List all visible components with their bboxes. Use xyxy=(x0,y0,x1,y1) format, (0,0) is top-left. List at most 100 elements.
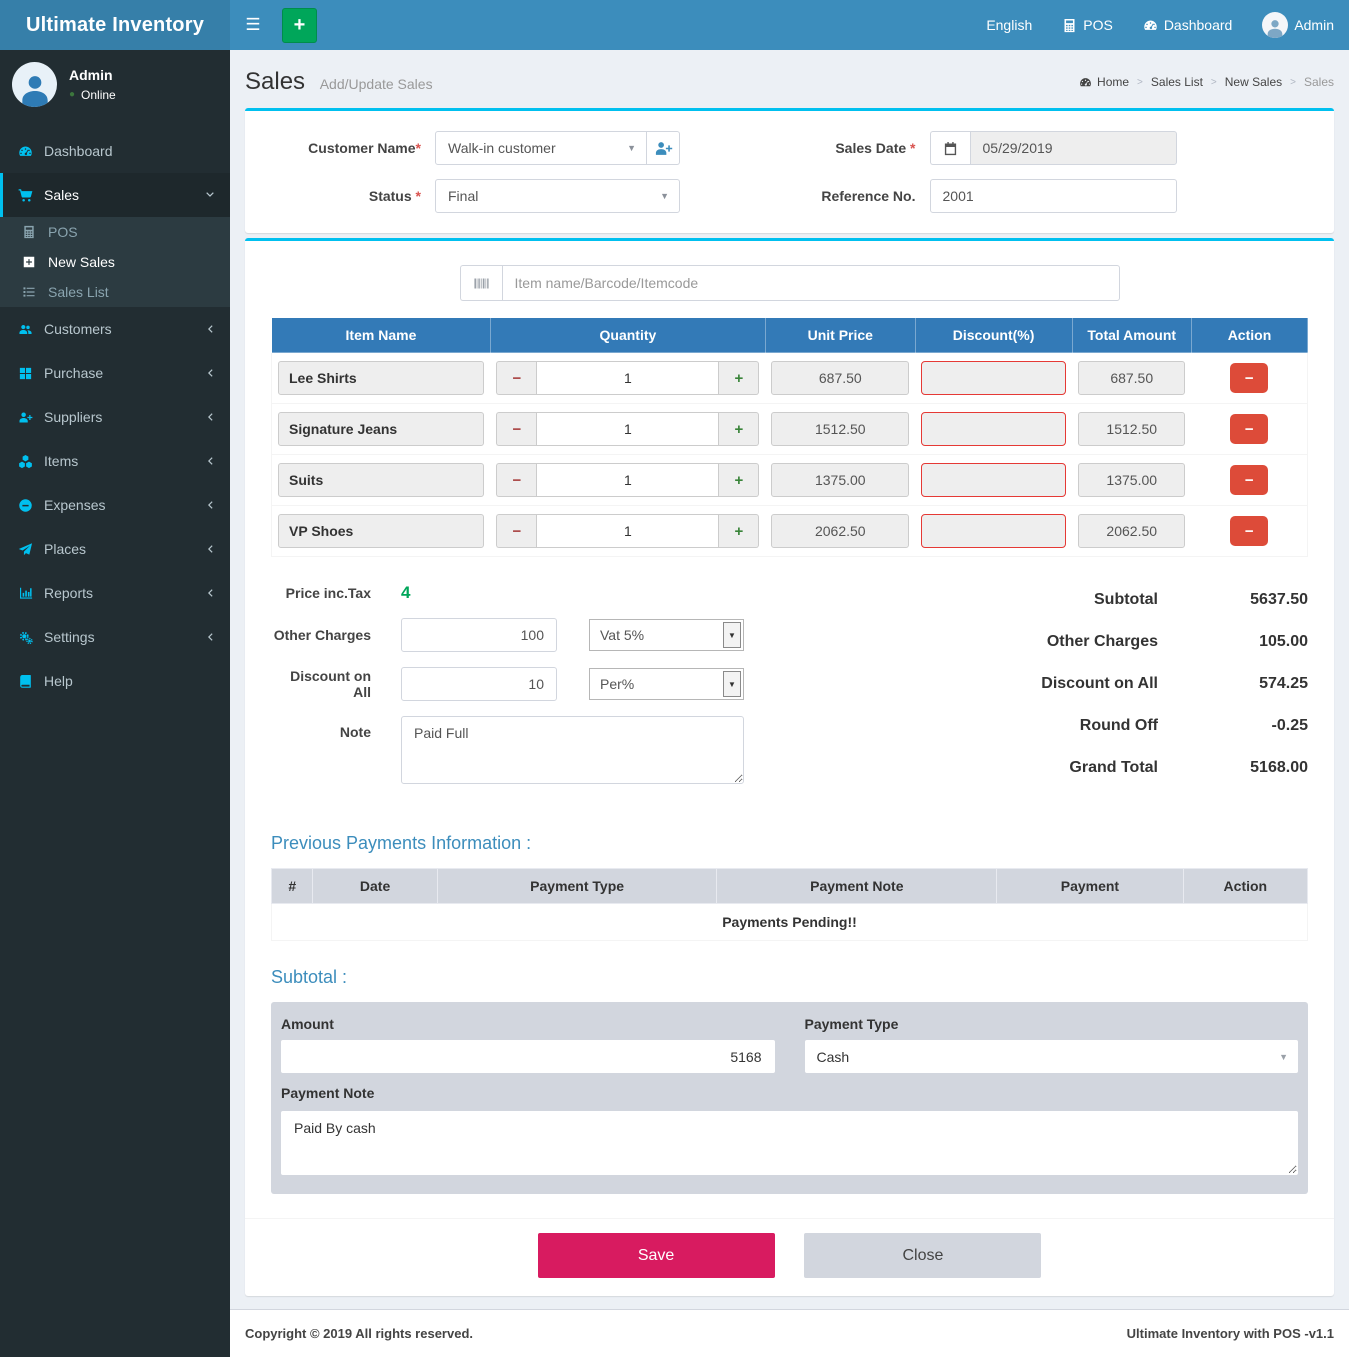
subtotal-value: 5637.50 xyxy=(1158,591,1308,609)
nav-pos[interactable]: POS xyxy=(1047,0,1128,50)
note-textarea[interactable]: Paid Full xyxy=(401,716,744,784)
book-icon xyxy=(18,674,44,689)
caret-down-icon: ▼ xyxy=(660,191,669,201)
plus-square-icon xyxy=(22,255,48,269)
customer-select[interactable]: Walk-in customer ▼ xyxy=(435,131,647,165)
caret-down-icon: ▼ xyxy=(723,671,741,697)
caret-down-icon: ▼ xyxy=(723,622,741,648)
payment-form-panel: Amount Payment Type Cash ▼ Payment N xyxy=(271,1002,1308,1194)
item-name-input xyxy=(278,514,484,548)
qty-increase-button[interactable]: + xyxy=(719,463,759,497)
amount-input[interactable] xyxy=(281,1040,775,1073)
note-label: Note xyxy=(271,716,401,740)
status-select[interactable]: Final ▼ xyxy=(435,179,680,213)
sidebar-item-reports[interactable]: Reports xyxy=(0,571,230,615)
breadcrumb-new-sales[interactable]: New Sales xyxy=(1225,75,1282,89)
reference-label: Reference No. xyxy=(790,188,930,204)
sidebar-item-help[interactable]: Help xyxy=(0,659,230,703)
sidebar-item-suppliers[interactable]: Suppliers xyxy=(0,395,230,439)
sidebar-item-label: Expenses xyxy=(44,497,204,513)
other-charges-type-select[interactable]: Vat 5% ▼ xyxy=(589,619,744,651)
remove-item-button[interactable]: − xyxy=(1230,516,1268,546)
discount-input[interactable] xyxy=(921,514,1066,548)
qty-increase-button[interactable]: + xyxy=(719,412,759,446)
page-footer: Copyright © 2019 All rights reserved. Ul… xyxy=(230,1309,1349,1357)
previous-payments-heading: Previous Payments Information : xyxy=(245,833,1334,854)
sidebar-item-expenses[interactable]: Expenses xyxy=(0,483,230,527)
chevron-down-icon xyxy=(204,189,216,201)
qty-decrease-button[interactable]: − xyxy=(496,361,536,395)
save-button[interactable]: Save xyxy=(538,1233,775,1278)
table-row: − + − xyxy=(272,455,1308,506)
sidebar-item-purchase[interactable]: Purchase xyxy=(0,351,230,395)
paper-plane-icon xyxy=(18,542,44,557)
customer-name-label: Customer Name* xyxy=(245,140,435,156)
discount-input[interactable] xyxy=(921,463,1066,497)
reference-input[interactable] xyxy=(930,179,1177,213)
qty-increase-button[interactable]: + xyxy=(719,361,759,395)
payment-type-select[interactable]: Cash ▼ xyxy=(805,1040,1299,1073)
calendar-icon xyxy=(930,131,970,165)
qty-decrease-button[interactable]: − xyxy=(496,514,536,548)
remove-item-button[interactable]: − xyxy=(1230,363,1268,393)
col-header-total: Total Amount xyxy=(1072,318,1191,353)
list-icon xyxy=(22,285,48,299)
table-row: − + − xyxy=(272,404,1308,455)
quick-add-button[interactable]: + xyxy=(282,8,317,43)
qty-input[interactable] xyxy=(536,412,719,446)
sidebar-item-sales[interactable]: Sales xyxy=(0,173,230,217)
close-button[interactable]: Close xyxy=(804,1233,1041,1278)
qty-input[interactable] xyxy=(536,361,719,395)
sidebar-item-places[interactable]: Places xyxy=(0,527,230,571)
breadcrumb-home[interactable]: Home xyxy=(1079,75,1129,89)
status-select-value: Final xyxy=(448,188,478,204)
qty-increase-button[interactable]: + xyxy=(719,514,759,548)
col-header-item-name: Item Name xyxy=(272,318,491,353)
discount-all-type-select[interactable]: Per% ▼ xyxy=(589,668,744,700)
remove-item-button[interactable]: − xyxy=(1230,465,1268,495)
minus-circle-icon xyxy=(18,498,44,513)
unit-price-input xyxy=(771,361,909,395)
qty-input[interactable] xyxy=(536,514,719,548)
sales-submenu: POS New Sales Sales List xyxy=(0,217,230,307)
sidebar-item-pos[interactable]: POS xyxy=(0,217,230,247)
sidebar-item-customers[interactable]: Customers xyxy=(0,307,230,351)
add-customer-button[interactable] xyxy=(647,131,680,165)
discount-input[interactable] xyxy=(921,412,1066,446)
sidebar-item-sales-list[interactable]: Sales List xyxy=(0,277,230,307)
discount-all-input[interactable] xyxy=(401,667,557,701)
gears-icon xyxy=(18,630,44,645)
nav-user-menu[interactable]: Admin xyxy=(1247,0,1349,50)
chevron-left-icon xyxy=(204,631,216,643)
sidebar-item-new-sales[interactable]: New Sales xyxy=(0,247,230,277)
sidebar-item-label: Dashboard xyxy=(44,143,216,159)
nav-pos-label: POS xyxy=(1083,17,1113,33)
nav-dashboard[interactable]: Dashboard xyxy=(1128,0,1248,50)
other-charges-total-value: 105.00 xyxy=(1158,633,1308,651)
breadcrumb-separator: > xyxy=(1290,77,1296,88)
sidebar-item-label: Purchase xyxy=(44,365,204,381)
qty-input[interactable] xyxy=(536,463,719,497)
item-search-input[interactable] xyxy=(502,265,1120,301)
app-brand[interactable]: Ultimate Inventory xyxy=(0,0,230,50)
qty-decrease-button[interactable]: − xyxy=(496,412,536,446)
discount-input[interactable] xyxy=(921,361,1066,395)
sidebar-item-label: Sales List xyxy=(48,284,109,300)
sidebar-user-panel: Admin ● Online xyxy=(0,50,230,121)
sidebar-avatar xyxy=(12,62,57,107)
sidebar-item-dashboard[interactable]: Dashboard xyxy=(0,129,230,173)
sidebar-item-items[interactable]: Items xyxy=(0,439,230,483)
other-charges-input[interactable] xyxy=(401,618,557,652)
nav-language[interactable]: English xyxy=(971,0,1047,50)
qty-decrease-button[interactable]: − xyxy=(496,463,536,497)
users-icon xyxy=(18,322,44,337)
breadcrumb-sales-list[interactable]: Sales List xyxy=(1151,75,1203,89)
breadcrumb: Home > Sales List > New Sales > Sales xyxy=(1079,75,1334,89)
sidebar-toggle-button[interactable]: ☰ xyxy=(230,0,276,50)
cubes-icon xyxy=(18,454,44,469)
payment-note-textarea[interactable]: Paid By cash xyxy=(281,1111,1298,1175)
sidebar-item-settings[interactable]: Settings xyxy=(0,615,230,659)
chevron-left-icon xyxy=(204,323,216,335)
sales-date-input[interactable] xyxy=(970,131,1177,165)
remove-item-button[interactable]: − xyxy=(1230,414,1268,444)
